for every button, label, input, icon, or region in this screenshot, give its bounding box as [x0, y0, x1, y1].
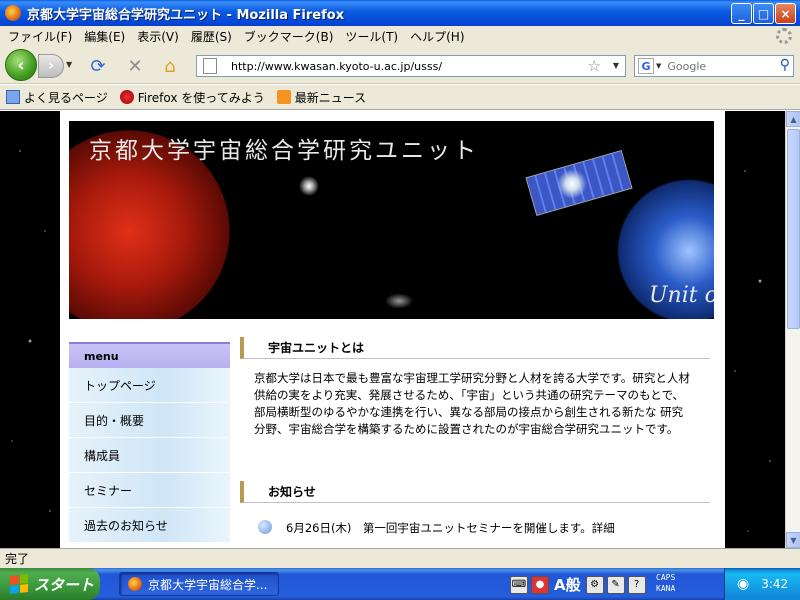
news-heading: お知らせ — [240, 481, 710, 503]
bookmark-latest-news[interactable]: 最新ニュース — [276, 89, 366, 106]
forward-arrow-icon: › — [48, 58, 54, 74]
ime-dictionary-icon[interactable]: ⚙ — [585, 575, 604, 594]
task-label: 京都大学宇宙総合学... — [148, 577, 268, 592]
menu-bar: ファイル(F) 編集(E) 表示(V) 履歴(S) ブックマーク(B) ツール(… — [0, 26, 800, 46]
scroll-down-icon[interactable]: ▼ — [786, 532, 800, 548]
clock[interactable]: 3:42 — [761, 577, 788, 591]
web-content: 京都大学宇宙総合学研究ユニット Unit o menu トップページ 目的・概要… — [0, 111, 785, 548]
bookmark-most-visited[interactable]: よく見るページ — [6, 89, 108, 106]
search-icon[interactable]: ⚲ — [780, 57, 790, 73]
navigation-toolbar: ‹ › ▼ ⟳ ✕ ⌂ ☆ ▼ G ▼ ⚲ — [0, 46, 800, 84]
back-arrow-icon: ‹ — [17, 54, 25, 76]
rss-feed-icon — [276, 90, 291, 104]
url-bar[interactable]: ☆ ▼ — [196, 55, 626, 77]
engine-dropdown-icon[interactable]: ▼ — [656, 62, 661, 70]
vertical-scrollbar[interactable]: ▲ ▼ — [785, 111, 800, 548]
forward-button[interactable]: › — [38, 54, 64, 78]
status-bar: 完了 — [0, 548, 800, 568]
home-icon[interactable]: ⌂ — [160, 56, 180, 77]
firefox-icon — [5, 5, 21, 21]
page-icon — [203, 58, 217, 74]
ime-icon[interactable]: ● — [531, 575, 549, 594]
reload-icon[interactable]: ⟳ — [88, 56, 108, 77]
taskbar-firefox-window[interactable]: 京都大学宇宙総合学... — [119, 572, 279, 596]
windows-logo-icon — [10, 574, 28, 594]
ime-mode[interactable]: A般 — [554, 574, 581, 595]
bookmark-folder-icon — [6, 90, 20, 104]
firefox-bookmark-icon — [119, 90, 134, 104]
maximize-button[interactable]: □ — [753, 3, 774, 24]
sidebar-item-seminar[interactable]: セミナー — [69, 473, 230, 508]
main-content: 宇宙ユニットとは 京都大学は日本で最も豊富な宇宙理工学研究分野と人材を誇る大学で… — [240, 337, 710, 536]
scroll-up-icon[interactable]: ▲ — [786, 111, 800, 127]
start-label: スタート — [34, 575, 95, 594]
menu-tools[interactable]: ツール(T) — [345, 28, 398, 45]
window-title: 京都大学宇宙総合学研究ユニット - Mozilla Firefox — [27, 7, 345, 23]
search-input[interactable] — [667, 59, 768, 73]
minimize-button[interactable]: _ — [731, 3, 752, 24]
maximize-icon: □ — [757, 6, 770, 21]
url-dropdown-icon[interactable]: ▼ — [613, 61, 619, 70]
keyboard-icon[interactable]: ⌨ — [510, 575, 528, 594]
about-text: 京都大学は日本で最も豊富な宇宙理工学研究分野と人材を誇る大学です。研究と人材供給… — [254, 371, 690, 436]
about-heading: 宇宙ユニットとは — [240, 337, 710, 359]
ime-help-icon[interactable]: ? — [627, 575, 646, 594]
bullet-icon — [258, 520, 272, 534]
stop-icon[interactable]: ✕ — [125, 56, 145, 77]
caps-kana-indicator: CAPS KANA — [656, 573, 676, 593]
bookmarks-toolbar: よく見るページ Firefox を使ってみよう 最新ニュース — [0, 85, 800, 110]
bookmark-star-icon[interactable]: ☆ — [588, 57, 601, 75]
menu-help[interactable]: ヘルプ(H) — [410, 28, 464, 45]
banner-subtitle: Unit o — [649, 283, 714, 308]
google-engine-icon[interactable]: G — [638, 58, 654, 74]
sidebar-menu: menu トップページ 目的・概要 構成員 セミナー 過去のお知らせ — [69, 342, 230, 543]
banner-title: 京都大学宇宙総合学研究ユニット — [89, 138, 479, 164]
menu-view[interactable]: 表示(V) — [137, 28, 179, 45]
history-dropdown-icon[interactable]: ▼ — [66, 60, 72, 69]
menu-bookmarks[interactable]: ブックマーク(B) — [244, 28, 334, 45]
sidebar-heading: menu — [69, 342, 230, 368]
news-item[interactable]: 6月26日(木) 第一回宇宙ユニットセミナーを開催します。詳細 — [240, 520, 710, 536]
sidebar-item-top-page[interactable]: トップページ — [69, 368, 230, 403]
scroll-thumb[interactable] — [787, 129, 800, 329]
sidebar-item-purpose[interactable]: 目的・概要 — [69, 403, 230, 438]
news-item-text: 6月26日(木) 第一回宇宙ユニットセミナーを開催します。詳細 — [286, 521, 615, 535]
menu-file[interactable]: ファイル(F) — [8, 28, 72, 45]
menu-history[interactable]: 履歴(S) — [191, 28, 232, 45]
site-banner: 京都大学宇宙総合学研究ユニット Unit o — [69, 121, 714, 319]
back-button[interactable]: ‹ — [5, 49, 37, 81]
window-title-bar[interactable]: 京都大学宇宙総合学研究ユニット - Mozilla Firefox _ □ × — [0, 0, 800, 26]
close-button[interactable]: × — [775, 3, 796, 24]
throbber-icon — [776, 28, 792, 44]
taskbar: スタート 京都大学宇宙総合学... ⌨ ● A般 ⚙ ✎ ? CAPS KANA… — [0, 568, 800, 600]
url-input[interactable] — [231, 59, 571, 73]
ime-tools-icon[interactable]: ✎ — [606, 575, 625, 594]
search-bar[interactable]: G ▼ ⚲ — [634, 55, 794, 77]
sun-flare-image — [557, 169, 587, 199]
sidebar-item-members[interactable]: 構成員 — [69, 438, 230, 473]
start-button[interactable]: スタート — [0, 568, 100, 600]
ime-toolbar[interactable]: ⌨ ● A般 ⚙ ✎ ? — [510, 574, 646, 595]
sidebar-item-past-news[interactable]: 過去のお知らせ — [69, 508, 230, 543]
close-icon: × — [780, 6, 791, 21]
menu-edit[interactable]: 編集(E) — [84, 28, 125, 45]
firefox-icon — [128, 577, 142, 591]
volume-icon[interactable]: ◉ — [737, 576, 749, 592]
status-text: 完了 — [5, 552, 30, 566]
minimize-icon: _ — [738, 6, 745, 21]
page-container: 京都大学宇宙総合学研究ユニット Unit o menu トップページ 目的・概要… — [60, 111, 725, 548]
bookmark-getting-started[interactable]: Firefox を使ってみよう — [119, 89, 265, 106]
system-tray: ◉ 3:42 — [724, 568, 800, 600]
